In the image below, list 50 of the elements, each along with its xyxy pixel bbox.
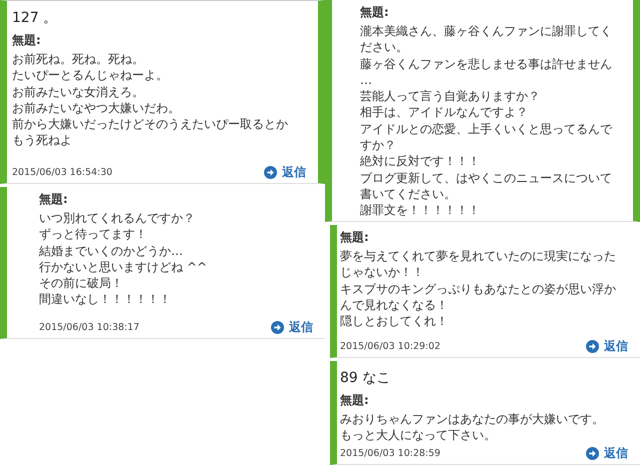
comment-subject: 無題: [360,4,390,21]
arrow-icon [271,321,284,334]
comment-text: 間違いなし！！！！！！ [39,291,172,308]
comment-text: その前に破局！ [39,275,124,292]
comment-text: すか？ [360,137,397,154]
reply-link[interactable]: 返信 [264,165,306,180]
comment-text: 隠しとおしてくれ！ [340,313,449,330]
arrow-icon [264,166,277,179]
comment-text: たいぴーとるんじゃねーよ。 [12,67,169,84]
comment-text: 書いてください。 [360,186,457,202]
comment-author: 89 なこ [340,369,392,387]
reply-link[interactable]: 返信 [586,339,628,354]
comment-text: お前死ね。死ね。死ね。 [12,51,145,68]
comment-text: ださい。 [360,39,409,56]
comment-text: もう死ねよ [12,132,73,149]
comment-text: 瀧本美織さん、藤ヶ谷くんファンに謝罪してく [360,23,613,40]
comment-text: キスブサのキングっぷりもあなたとの姿が思い浮か [340,280,617,297]
comment-text: アイドルとの恋愛、上手くいくと思ってるんで [360,120,614,138]
comment-text: 絶対に反対です！！！ [360,153,481,170]
reply-link[interactable]: 返信 [271,320,313,335]
comment-text: … [360,72,373,88]
comment-text: 行かないと思いますけどね ^^ [39,258,208,276]
comment-subject: 無題: [12,32,42,49]
comment-text: お前みたいな女消えろ。 [12,84,145,100]
comment-text: もっと大人になって下さい。 [340,427,497,444]
comment-subject: 無題: [39,191,69,208]
arrow-icon [586,447,599,460]
arrow-icon [586,340,599,353]
comment-text: 相手は、アイドルなんですよ？ [360,104,529,121]
comment-text: 謝罪文を！！！！！！ [360,202,481,219]
comment-author: 127 。 [12,9,58,27]
timestamp: 2015/06/03 10:29:02 [340,341,440,352]
comment-subject: 無題: [340,229,370,246]
reply-link[interactable]: 返信 [586,446,628,461]
comment-text: 結婚までいくのかどうか… [39,242,184,259]
timestamp: 2015/06/03 10:28:59 [340,448,440,459]
comment-text: 前から大嫌いだったけどそのうえたいぴー取るとか [12,116,289,132]
comment-text: お前みたいなやつ大嫌いだわ。 [12,100,181,116]
comment-text: じゃないか！！ [340,264,425,281]
comment-text: 藤ヶ谷くんファンを悲しませる事は許せません [360,56,613,72]
comment-text: みおりちゃんファンはあなたの事が大嫌いです。 [340,411,605,428]
timestamp: 2015/06/03 16:54:30 [12,167,112,178]
comment-text: ずっと待ってます！ [39,226,148,243]
timestamp: 2015/06/03 10:38:17 [39,322,140,333]
comment-text: 芸能人って言う自覚ありますか？ [360,88,541,104]
comment-subject: 無題: [340,392,370,409]
comment-text: んで見れなくなる！ [340,296,449,314]
comment-text: ブログ更新して、はやくこのニュースについて [360,170,613,186]
comment-text: いつ別れてくれるんですか？ [39,210,196,226]
comment-text: 夢を与えてくれて夢を見れていたのに現実になった [340,248,617,264]
